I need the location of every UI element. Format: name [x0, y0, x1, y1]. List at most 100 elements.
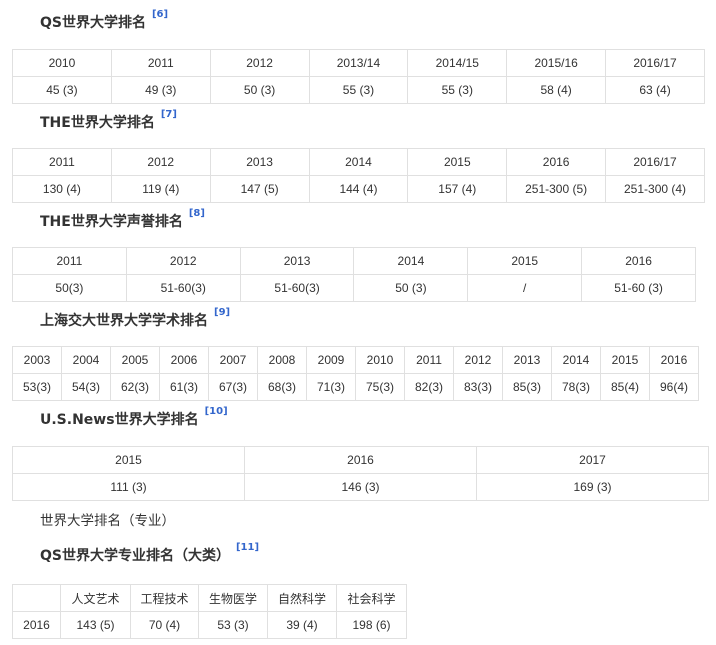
year-cell: 2012: [453, 346, 503, 374]
header-cell: [12, 584, 61, 612]
reference-link[interactable]: [11]: [236, 542, 259, 553]
year-cell: 2011: [12, 247, 127, 275]
rank-cell: 51-60(3): [239, 274, 355, 302]
section-title-text: QS世界大学排名: [40, 15, 146, 31]
rank-cell: 130 (4): [12, 175, 112, 203]
subject-header-row: 人文艺术 工程技术 生物医学 自然科学 社会科学: [12, 584, 407, 612]
section-title-arwu: 上海交大世界大学学术排名 [9]: [40, 307, 230, 330]
rank-row: 53(3) 54(3) 62(3) 61(3) 67(3) 68(3) 71(3…: [12, 373, 699, 401]
rank-cell: 144 (4): [308, 175, 409, 203]
rank-cell: 85(4): [600, 373, 650, 401]
year-cell: 2010: [355, 346, 405, 374]
rank-cell: 58 (4): [506, 76, 607, 104]
rank-cell: 71(3): [306, 373, 356, 401]
section-title-the: THE世界大学排名 [7]: [40, 109, 177, 132]
section-title-text: THE世界大学声誉排名: [40, 214, 183, 230]
header-cell: 生物医学: [198, 584, 268, 612]
year-cell: 2014: [353, 247, 469, 275]
the-ranking-table: 2011 2012 2013 2014 2015 2016 2016/17 13…: [12, 148, 705, 203]
year-cell: 2009: [306, 346, 356, 374]
header-cell: 自然科学: [267, 584, 337, 612]
rank-cell: 146 (3): [244, 473, 477, 501]
year-row: 2011 2012 2013 2014 2015 2016: [12, 247, 696, 275]
year-cell: 2011: [110, 49, 211, 77]
year-cell: 2016/17: [605, 148, 705, 176]
rank-cell: 251-300 (4): [605, 175, 705, 203]
year-cell: 2015: [12, 446, 245, 474]
year-cell: 2015: [600, 346, 650, 374]
rank-cell: 51-60(3): [125, 274, 241, 302]
rank-cell: 67(3): [208, 373, 258, 401]
rank-cell: 45 (3): [12, 76, 112, 104]
year-cell: 2013: [239, 247, 355, 275]
rank-cell: 143 (5): [60, 611, 131, 639]
rank-cell: 39 (4): [267, 611, 337, 639]
year-cell: 2013: [502, 346, 552, 374]
rank-row: 45 (3) 49 (3) 50 (3) 55 (3) 55 (3) 58 (4…: [12, 76, 705, 104]
year-cell: 2003: [12, 346, 62, 374]
year-cell: 2014: [308, 148, 409, 176]
year-cell: 2013: [209, 148, 310, 176]
year-cell: 2007: [208, 346, 258, 374]
section-title-text: QS世界大学专业排名（大类）: [40, 548, 230, 564]
rank-cell: 53 (3): [198, 611, 268, 639]
rank-cell: 70 (4): [130, 611, 199, 639]
rank-row: 130 (4) 119 (4) 147 (5) 144 (4) 157 (4) …: [12, 175, 705, 203]
rank-cell: 78(3): [551, 373, 601, 401]
section-title-qs: QS世界大学排名 [6]: [40, 9, 168, 32]
header-cell: 社会科学: [336, 584, 407, 612]
year-cell: 2016: [506, 148, 607, 176]
rank-cell: 251-300 (5): [506, 175, 607, 203]
the-reputation-table: 2011 2012 2013 2014 2015 2016 50(3) 51-6…: [12, 247, 696, 302]
section-title-text: U.S.News世界大学排名: [40, 412, 199, 428]
rank-cell: 55 (3): [308, 76, 409, 104]
rank-cell: 50 (3): [353, 274, 469, 302]
year-cell: 2014/15: [407, 49, 508, 77]
rank-cell: 49 (3): [110, 76, 211, 104]
year-cell: 2016: [244, 446, 477, 474]
reference-link[interactable]: [7]: [161, 109, 177, 120]
year-cell: 2015/16: [506, 49, 607, 77]
year-cell: 2017: [476, 446, 709, 474]
header-cell: 人文艺术: [60, 584, 131, 612]
section-title-qs-subject: QS世界大学专业排名（大类） [11]: [40, 542, 259, 565]
year-cell: 2015: [407, 148, 508, 176]
section-title-text: 上海交大世界大学学术排名: [40, 313, 208, 329]
year-cell: 2014: [551, 346, 601, 374]
rank-row: 50(3) 51-60(3) 51-60(3) 50 (3) / 51-60 (…: [12, 274, 696, 302]
year-cell: 2011: [12, 148, 112, 176]
rank-cell: 96(4): [649, 373, 699, 401]
rank-cell: /: [467, 274, 583, 302]
rank-cell: 62(3): [110, 373, 160, 401]
section-title-text: THE世界大学排名: [40, 115, 155, 131]
reference-link[interactable]: [9]: [214, 307, 230, 318]
year-cell: 2008: [257, 346, 307, 374]
year-row: 2010 2011 2012 2013/14 2014/15 2015/16 2…: [12, 49, 705, 77]
reference-link[interactable]: [10]: [205, 406, 228, 417]
reference-link[interactable]: [6]: [152, 9, 168, 20]
arwu-ranking-table: 2003 2004 2005 2006 2007 2008 2009 2010 …: [12, 346, 699, 401]
year-cell: 2016: [581, 247, 696, 275]
rank-cell: 75(3): [355, 373, 405, 401]
rank-cell: 55 (3): [407, 76, 508, 104]
usnews-ranking-table: 2015 2016 2017 111 (3) 146 (3) 169 (3): [12, 446, 709, 501]
year-cell: 2015: [467, 247, 583, 275]
year-cell: 2005: [110, 346, 160, 374]
section-title-the-reputation: THE世界大学声誉排名 [8]: [40, 208, 205, 231]
year-cell: 2011: [404, 346, 454, 374]
header-cell: 工程技术: [130, 584, 199, 612]
year-cell: 2013/14: [308, 49, 409, 77]
year-row: 2015 2016 2017: [12, 446, 709, 474]
rank-cell: 157 (4): [407, 175, 508, 203]
section-title-usnews: U.S.News世界大学排名 [10]: [40, 406, 228, 429]
rank-cell: 85(3): [502, 373, 552, 401]
year-cell: 2012: [125, 247, 241, 275]
rank-cell: 147 (5): [209, 175, 310, 203]
rank-cell: 82(3): [404, 373, 454, 401]
rank-cell: 54(3): [61, 373, 111, 401]
reference-link[interactable]: [8]: [189, 208, 205, 219]
rank-row: 111 (3) 146 (3) 169 (3): [12, 473, 709, 501]
rank-cell: 51-60 (3): [581, 274, 696, 302]
rank-cell: 53(3): [12, 373, 62, 401]
year-cell: 2010: [12, 49, 112, 77]
